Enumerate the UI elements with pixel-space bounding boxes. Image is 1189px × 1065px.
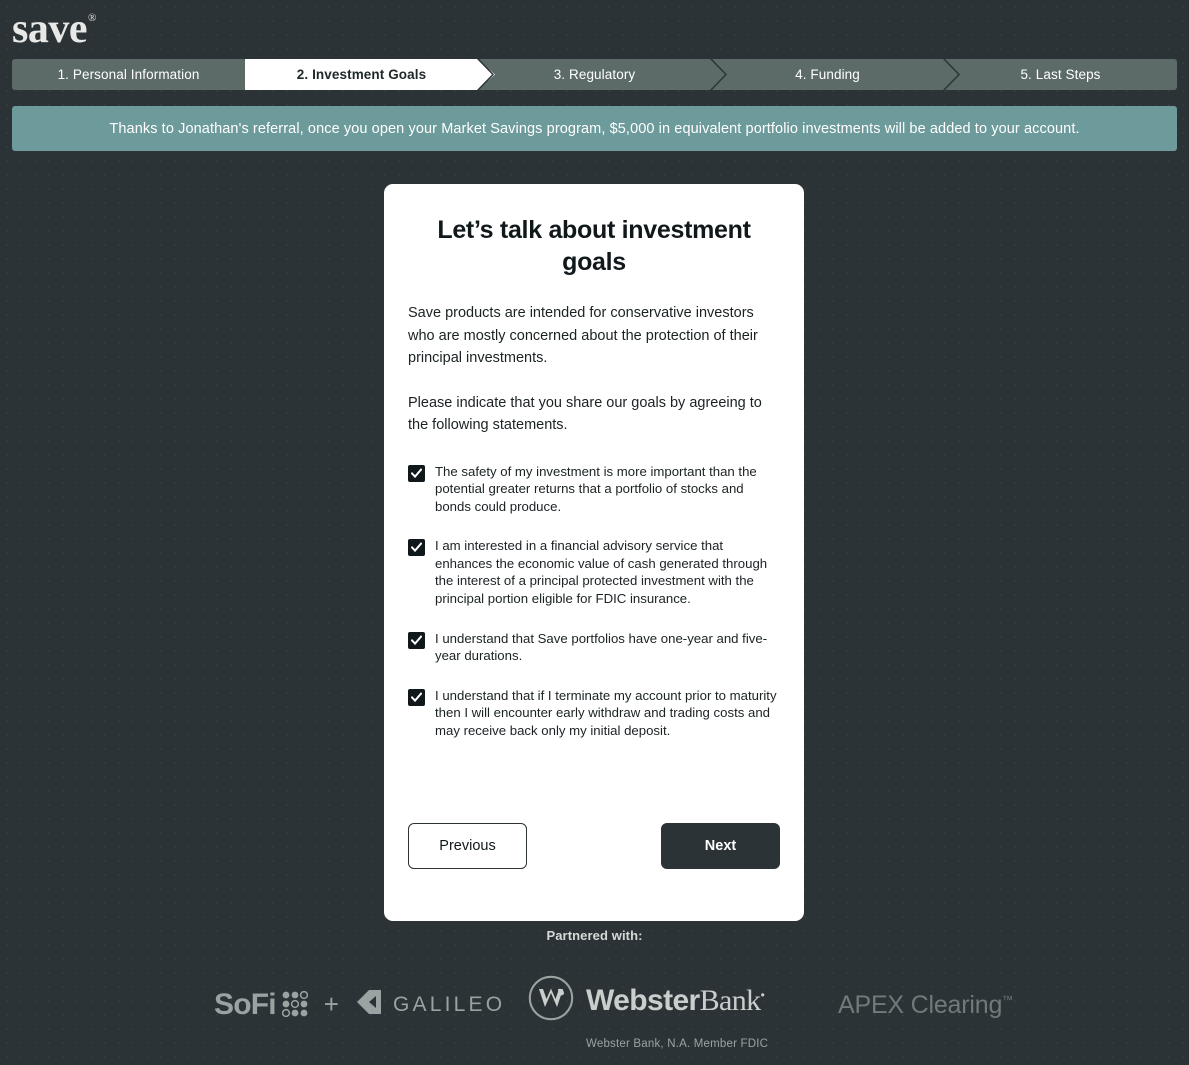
card-actions: Previous Next	[408, 823, 780, 869]
webster-circle-w-icon	[528, 975, 574, 1026]
page-title: Let’s talk about investment goals	[437, 216, 751, 276]
agreement-text: I understand that Save portfolios have o…	[435, 630, 768, 664]
galileo-mark-icon	[355, 988, 383, 1021]
step-1[interactable]: 1. Personal Information	[12, 59, 245, 90]
sofi-galileo-logo-group: SoFi + GALILEO	[214, 987, 505, 1022]
partnered-with-label: Partnered with:	[546, 928, 643, 943]
checkbox-checked-icon[interactable]	[408, 688, 425, 706]
apex-trademark-icon: ™	[1002, 994, 1013, 1007]
agreement-text: I am interested in a financial advisory …	[435, 538, 768, 607]
next-button[interactable]: Next	[661, 823, 780, 869]
step-label: 5. Last Steps	[1020, 67, 1101, 82]
agreement-text: The safety of my investment is more impo…	[435, 463, 757, 514]
step-4[interactable]: 4. Funding	[711, 59, 944, 90]
agreement-row[interactable]: I am interested in a financial advisory …	[408, 537, 780, 607]
agreement-row[interactable]: The safety of my investment is more impo…	[408, 463, 780, 516]
webster-fdic-disclaimer: Webster Bank, N.A. Member FDIC	[586, 1038, 769, 1050]
webster-trademark-icon: •	[760, 987, 765, 1002]
step-5[interactable]: 5. Last Steps	[944, 59, 1177, 90]
sofi-wordmark: SoFi	[214, 987, 277, 1021]
webster-bank-logo-group: WebsterBank• Webster Bank, N.A. Member F…	[528, 975, 768, 1050]
sofi-dotgrid-icon	[281, 990, 308, 1022]
checkbox-checked-icon[interactable]	[408, 631, 425, 649]
save-logo[interactable]: save ®	[12, 8, 96, 52]
partner-logos: SoFi + GALILEO WebsterBank• Webster Bank…	[0, 965, 1189, 1055]
agreement-row[interactable]: I understand that if I terminate my acco…	[408, 687, 780, 740]
referral-banner: Thanks to Jonathan's referral, once you …	[12, 106, 1177, 151]
step-label: 3. Regulatory	[553, 67, 636, 82]
bank-word: Bank	[699, 983, 762, 1017]
checkbox-checked-icon[interactable]	[408, 539, 425, 557]
checkbox-checked-icon[interactable]	[408, 464, 425, 482]
instruction-paragraph: Please indicate that you share our goals…	[408, 394, 762, 434]
agreement-checklist: The safety of my investment is more impo…	[408, 463, 780, 740]
previous-button[interactable]: Previous	[408, 823, 527, 869]
step-label: 1. Personal Information	[57, 67, 200, 82]
intro-paragraph: Save products are intended for conservat…	[408, 305, 758, 366]
step-3[interactable]: 3. Regulatory	[478, 59, 711, 90]
referral-banner-text: Thanks to Jonathan's referral, once you …	[109, 120, 1080, 137]
step-label: 2. Investment Goals	[296, 67, 427, 82]
logo-wordmark: save	[12, 6, 88, 52]
plus-separator: +	[323, 989, 339, 1019]
agreement-row[interactable]: I understand that Save portfolios have o…	[408, 630, 780, 665]
galileo-wordmark: GALILEO	[392, 992, 506, 1016]
investment-goals-card: Let’s talk about investment goals Save p…	[384, 184, 804, 921]
webster-wordmark: WebsterBank•	[586, 983, 765, 1018]
apex-clearing-logo-group: APEX Clearing™	[838, 991, 1013, 1020]
progress-steps: 1. Personal Information 2. Investment Goa…	[12, 59, 1177, 90]
step-2[interactable]: 2. Investment Goals	[245, 59, 478, 90]
apex-wordmark: APEX Clearing™	[838, 991, 1013, 1019]
registered-trademark-icon: ®	[88, 12, 97, 24]
footer: Partnered with: SoFi + GALILEO WebsterBa…	[0, 928, 1189, 1055]
webster-word: Webster	[586, 983, 700, 1017]
step-label: 4. Funding	[795, 67, 860, 82]
agreement-text: I understand that if I terminate my acco…	[435, 687, 777, 739]
